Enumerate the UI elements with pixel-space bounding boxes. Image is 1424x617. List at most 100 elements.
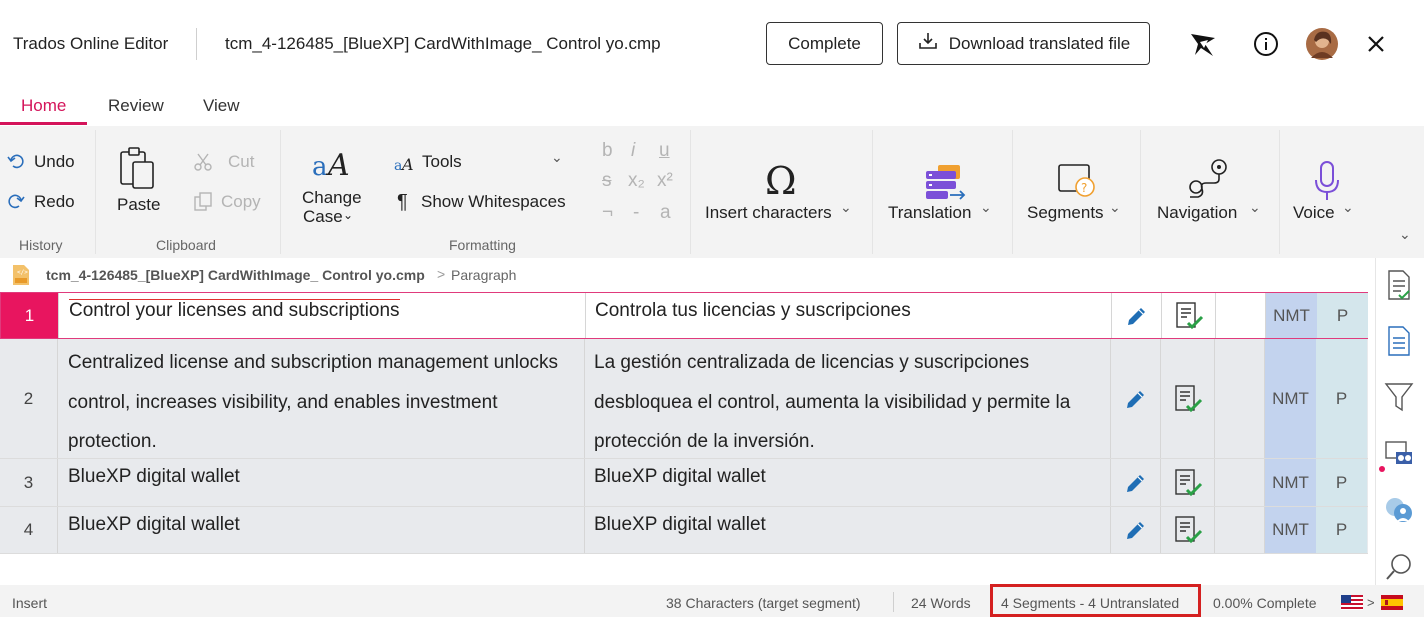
source-cell: Control your licenses and subscriptions (60, 293, 586, 338)
comments-list-icon[interactable] (1382, 268, 1416, 302)
group-divider (280, 130, 281, 254)
target-cell[interactable]: La gestión centralizada de licencias y s… (585, 339, 1111, 458)
svg-text:Ω: Ω (765, 160, 797, 200)
origin-badge: NMT (1265, 339, 1316, 458)
chevron-down-icon: ⌄ (840, 199, 852, 215)
confirmed-status-icon[interactable] (1162, 293, 1216, 338)
pencil-icon[interactable] (1111, 507, 1161, 553)
target-cell[interactable]: BlueXP digital wallet (585, 507, 1111, 553)
segment-row[interactable]: 2 Centralized license and subscription m… (0, 339, 1368, 459)
close-icon[interactable] (1359, 27, 1393, 61)
origin-badge: NMT (1265, 459, 1316, 506)
us-flag-icon (1341, 595, 1363, 610)
tools-button[interactable]: Tools (422, 152, 462, 172)
change-case-label-2[interactable]: Case (303, 207, 343, 227)
pencil-icon[interactable] (1111, 459, 1161, 506)
change-case-label-1[interactable]: Change (302, 188, 362, 208)
chat-icon[interactable] (1382, 494, 1416, 528)
segment-row[interactable]: 1 Control your licenses and subscription… (0, 292, 1368, 339)
confirmed-status-icon[interactable] (1161, 339, 1215, 458)
empty-cell (1215, 339, 1265, 458)
target-text[interactable]: BlueXP digital wallet (594, 514, 766, 535)
show-whitespaces-button[interactable]: Show Whitespaces (421, 192, 566, 212)
insert-characters-button[interactable]: Insert characters (705, 203, 832, 223)
target-cell[interactable]: Controla tus licencias y suscripciones (586, 293, 1112, 338)
title-divider (196, 28, 197, 60)
trados-logo-icon[interactable] (1186, 27, 1220, 61)
navigation-button[interactable]: Navigation (1157, 203, 1237, 223)
character-count: 38 Characters (target segment) (666, 595, 861, 611)
group-divider (690, 130, 691, 254)
undo-icon (6, 151, 26, 171)
breadcrumb-item[interactable]: Paragraph (451, 267, 516, 283)
collapse-ribbon-icon[interactable]: ⌄ (1399, 226, 1411, 243)
redo-button[interactable]: Redo (34, 192, 75, 212)
segment-row[interactable]: 3 BlueXP digital wallet BlueXP digital w… (0, 459, 1368, 507)
copy-button[interactable]: Copy (221, 192, 261, 212)
download-icon (917, 30, 939, 57)
hyphen-button[interactable]: - (633, 202, 639, 224)
source-cell: Centralized license and subscription man… (59, 339, 585, 458)
cut-button[interactable]: Cut (228, 152, 254, 172)
undo-button[interactable]: Undo (34, 152, 75, 172)
translation-button[interactable]: Translation (888, 203, 971, 223)
target-text[interactable]: Controla tus licencias y suscripciones (595, 300, 911, 321)
input-mode[interactable]: Insert (12, 595, 47, 611)
voice-button[interactable]: Voice (1293, 203, 1335, 223)
paste-button[interactable]: Paste (117, 195, 160, 215)
tab-home[interactable]: Home (21, 96, 66, 116)
status-badge: P (1316, 459, 1367, 506)
avatar[interactable] (1305, 27, 1339, 61)
svg-text:A: A (400, 155, 414, 173)
download-translated-file-button[interactable]: Download translated file (897, 22, 1150, 65)
highlight-box (990, 584, 1201, 617)
target-text[interactable]: La gestión centralizada de licencias y s… (594, 352, 1070, 452)
target-cell[interactable]: BlueXP digital wallet (585, 459, 1111, 506)
chevron-down-icon: ⌄ (980, 199, 992, 215)
complete-button[interactable]: Complete (766, 22, 883, 65)
segment-row[interactable]: 4 BlueXP digital wallet BlueXP digital w… (0, 507, 1368, 554)
group-divider (1012, 130, 1013, 254)
segments-icon: ? (1054, 161, 1100, 201)
paste-icon (116, 146, 158, 190)
search-icon[interactable] (1382, 550, 1416, 584)
superscript-button[interactable]: x² (657, 170, 673, 192)
document-title: tcm_4-126485_[BlueXP] CardWithImage_ Con… (225, 34, 661, 53)
chevron-down-icon: ⌄ (343, 208, 354, 222)
filter-icon[interactable] (1382, 380, 1416, 414)
segment-number: 3 (0, 459, 58, 506)
tools-icon: aA (394, 153, 416, 173)
bold-button[interactable]: b (602, 140, 613, 162)
document-icon[interactable] (1382, 324, 1416, 358)
info-icon[interactable] (1249, 27, 1283, 61)
pencil-icon[interactable] (1112, 293, 1162, 338)
segments-button[interactable]: Segments (1027, 203, 1104, 223)
target-text[interactable]: BlueXP digital wallet (594, 466, 766, 487)
confirmed-status-icon[interactable] (1161, 459, 1215, 506)
tab-view[interactable]: View (203, 96, 240, 116)
svg-text:</>: </> (17, 269, 28, 276)
underline-button[interactable]: u (659, 140, 670, 162)
breadcrumb-file[interactable]: tcm_4-126485_[BlueXP] CardWithImage_ Con… (46, 267, 425, 283)
confirmed-status-icon[interactable] (1161, 507, 1215, 553)
origin-badge: NMT (1265, 507, 1316, 553)
segment-number: 1 (1, 293, 59, 338)
pencil-icon[interactable] (1111, 339, 1161, 458)
chevron-down-icon: ⌄ (1249, 199, 1261, 215)
download-button-label: Download translated file (948, 33, 1131, 53)
language-separator: > (1367, 595, 1375, 610)
italic-button[interactable]: i (631, 140, 635, 162)
clear-format-button[interactable]: a (660, 202, 671, 224)
non-breaking-space-button[interactable]: ¬ (602, 202, 613, 224)
tab-review[interactable]: Review (108, 96, 164, 116)
breadcrumb-separator: > (437, 266, 446, 282)
strikethrough-button[interactable]: s (602, 170, 612, 192)
copy-icon (192, 191, 214, 213)
subscript-button[interactable]: x₂ (628, 170, 645, 192)
source-text: BlueXP digital wallet (68, 514, 240, 535)
chevron-down-icon: ⌄ (1342, 199, 1354, 215)
complete-button-label: Complete (788, 33, 861, 53)
preview-icon[interactable] (1382, 436, 1416, 470)
word-count: 24 Words (911, 595, 971, 611)
right-side-panel (1375, 258, 1424, 585)
